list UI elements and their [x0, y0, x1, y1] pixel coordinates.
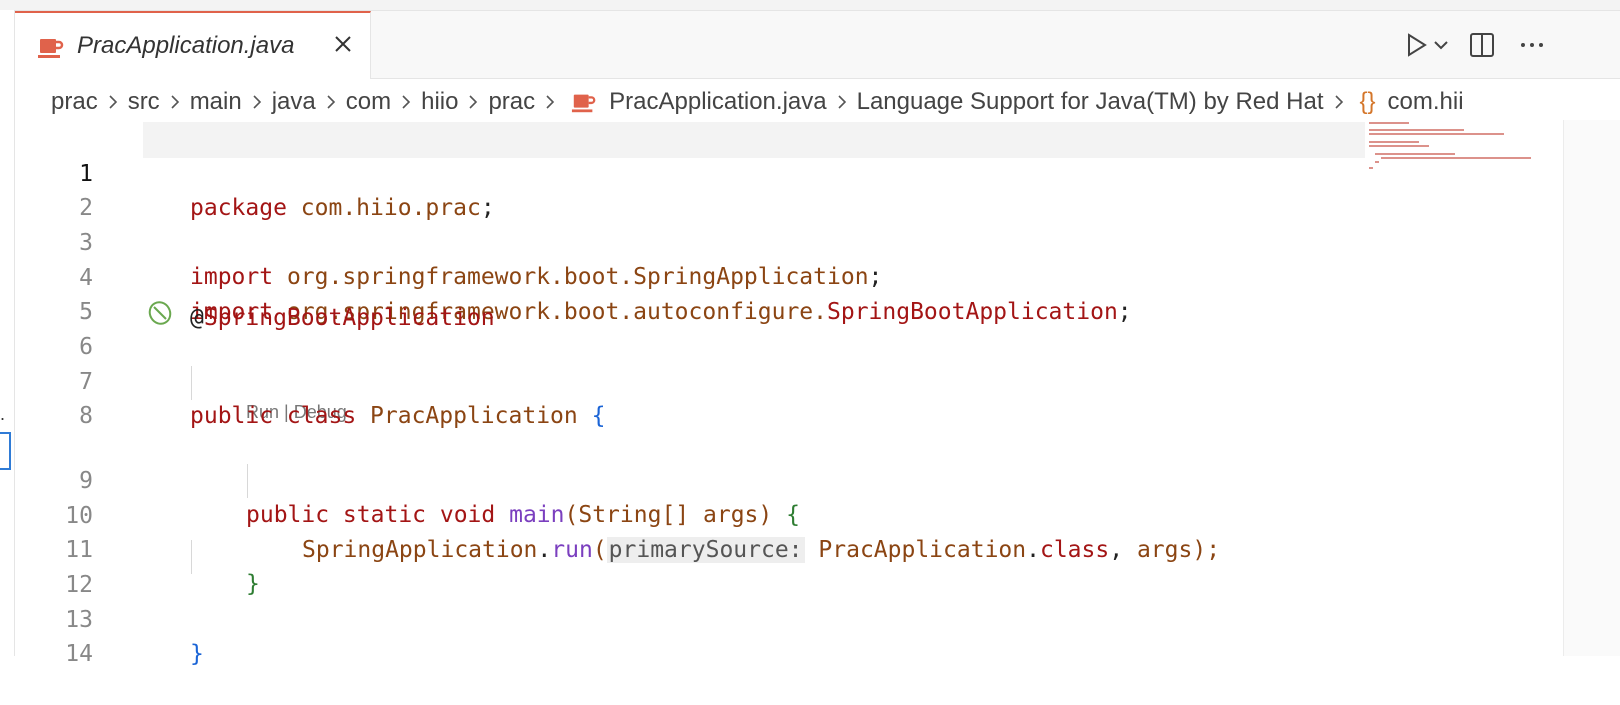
code-line-10: 10 SpringApplication.run(primarySource: …: [15, 465, 1375, 563]
truncated-text: .: [0, 404, 6, 424]
code-line-12: 12: [15, 534, 1375, 598]
breadcrumb-item[interactable]: prac: [484, 88, 539, 116]
line-number: 8: [79, 403, 93, 429]
namespace-icon: {}: [1359, 88, 1376, 115]
editor-tab-bar: PracApplication.java: [15, 11, 1620, 79]
more-icon[interactable]: [1518, 31, 1546, 59]
code-line-2: 2: [15, 157, 1375, 221]
code-line-13: 13 }: [15, 569, 1375, 667]
chevron-right-icon: [171, 95, 179, 109]
breadcrumb-item[interactable]: java: [268, 88, 320, 116]
code-text: @SpringBootApplication: [190, 305, 495, 331]
chevron-right-icon: [1334, 95, 1343, 109]
breadcrumb-item[interactable]: hiio: [417, 88, 462, 116]
tab-prac-application[interactable]: PracApplication.java: [15, 11, 371, 79]
code-line-7: 7 public class PracApplication {: [15, 331, 1375, 429]
breadcrumb-item[interactable]: src: [124, 88, 164, 116]
code-line-6: 6 @SpringBootApplication: [15, 296, 1375, 360]
line-number: 14: [65, 641, 93, 667]
breadcrumb-symbol[interactable]: com.hii: [1384, 88, 1468, 116]
code-line-11: 11 }: [15, 499, 1375, 597]
code-line-8: 8: [15, 365, 1375, 429]
breadcrumb: prac src main java com hiio prac PracApp…: [47, 84, 1468, 120]
code-line-5: 5: [15, 261, 1375, 325]
explorer-edge: .: [0, 10, 15, 656]
minimap[interactable]: [1367, 120, 1567, 180]
tab-label: PracApplication.java: [77, 32, 295, 59]
close-icon[interactable]: [331, 32, 355, 56]
breadcrumb-language[interactable]: Language Support for Java(TM) by Red Hat: [853, 88, 1328, 116]
breadcrumb-item[interactable]: com: [342, 88, 395, 116]
code-line-14: 14: [15, 603, 1375, 667]
code-editor[interactable]: Run | Debug 1 package com.hiio.prac; 2 3…: [15, 120, 1620, 667]
code-line-3: 3 import org.springframework.boot.Spring…: [15, 192, 1375, 290]
code-text: public class PracApplication {: [190, 403, 606, 429]
chevron-right-icon: [402, 95, 411, 109]
breadcrumb-item[interactable]: main: [186, 88, 246, 116]
chevron-right-icon: [469, 95, 478, 109]
code-line-1: 1 package com.hiio.prac;: [15, 123, 1375, 221]
window-top-strip: [0, 0, 1620, 11]
chevron-right-icon: [546, 95, 555, 109]
chevron-down-icon[interactable]: [1432, 31, 1450, 59]
java-cup-icon: [572, 94, 596, 113]
breadcrumb-item[interactable]: prac: [47, 88, 102, 116]
play-icon[interactable]: [1402, 31, 1430, 59]
code-line-9: 9 public static void main(String[] args)…: [15, 430, 1375, 528]
chevron-right-icon: [838, 95, 846, 109]
breadcrumb-file[interactable]: PracApplication.java: [605, 88, 830, 116]
split-editor-icon[interactable]: [1468, 31, 1496, 59]
vertical-scrollbar[interactable]: [1563, 120, 1620, 656]
chevron-right-icon: [253, 95, 261, 109]
chevron-right-icon: [109, 95, 117, 109]
code-text: }: [190, 641, 204, 667]
java-cup-icon: [38, 39, 64, 58]
chevron-right-icon: [327, 95, 335, 109]
explorer-selection[interactable]: [0, 432, 11, 470]
code-line-4: 4 import org.springframework.boot.autoco…: [15, 227, 1375, 325]
